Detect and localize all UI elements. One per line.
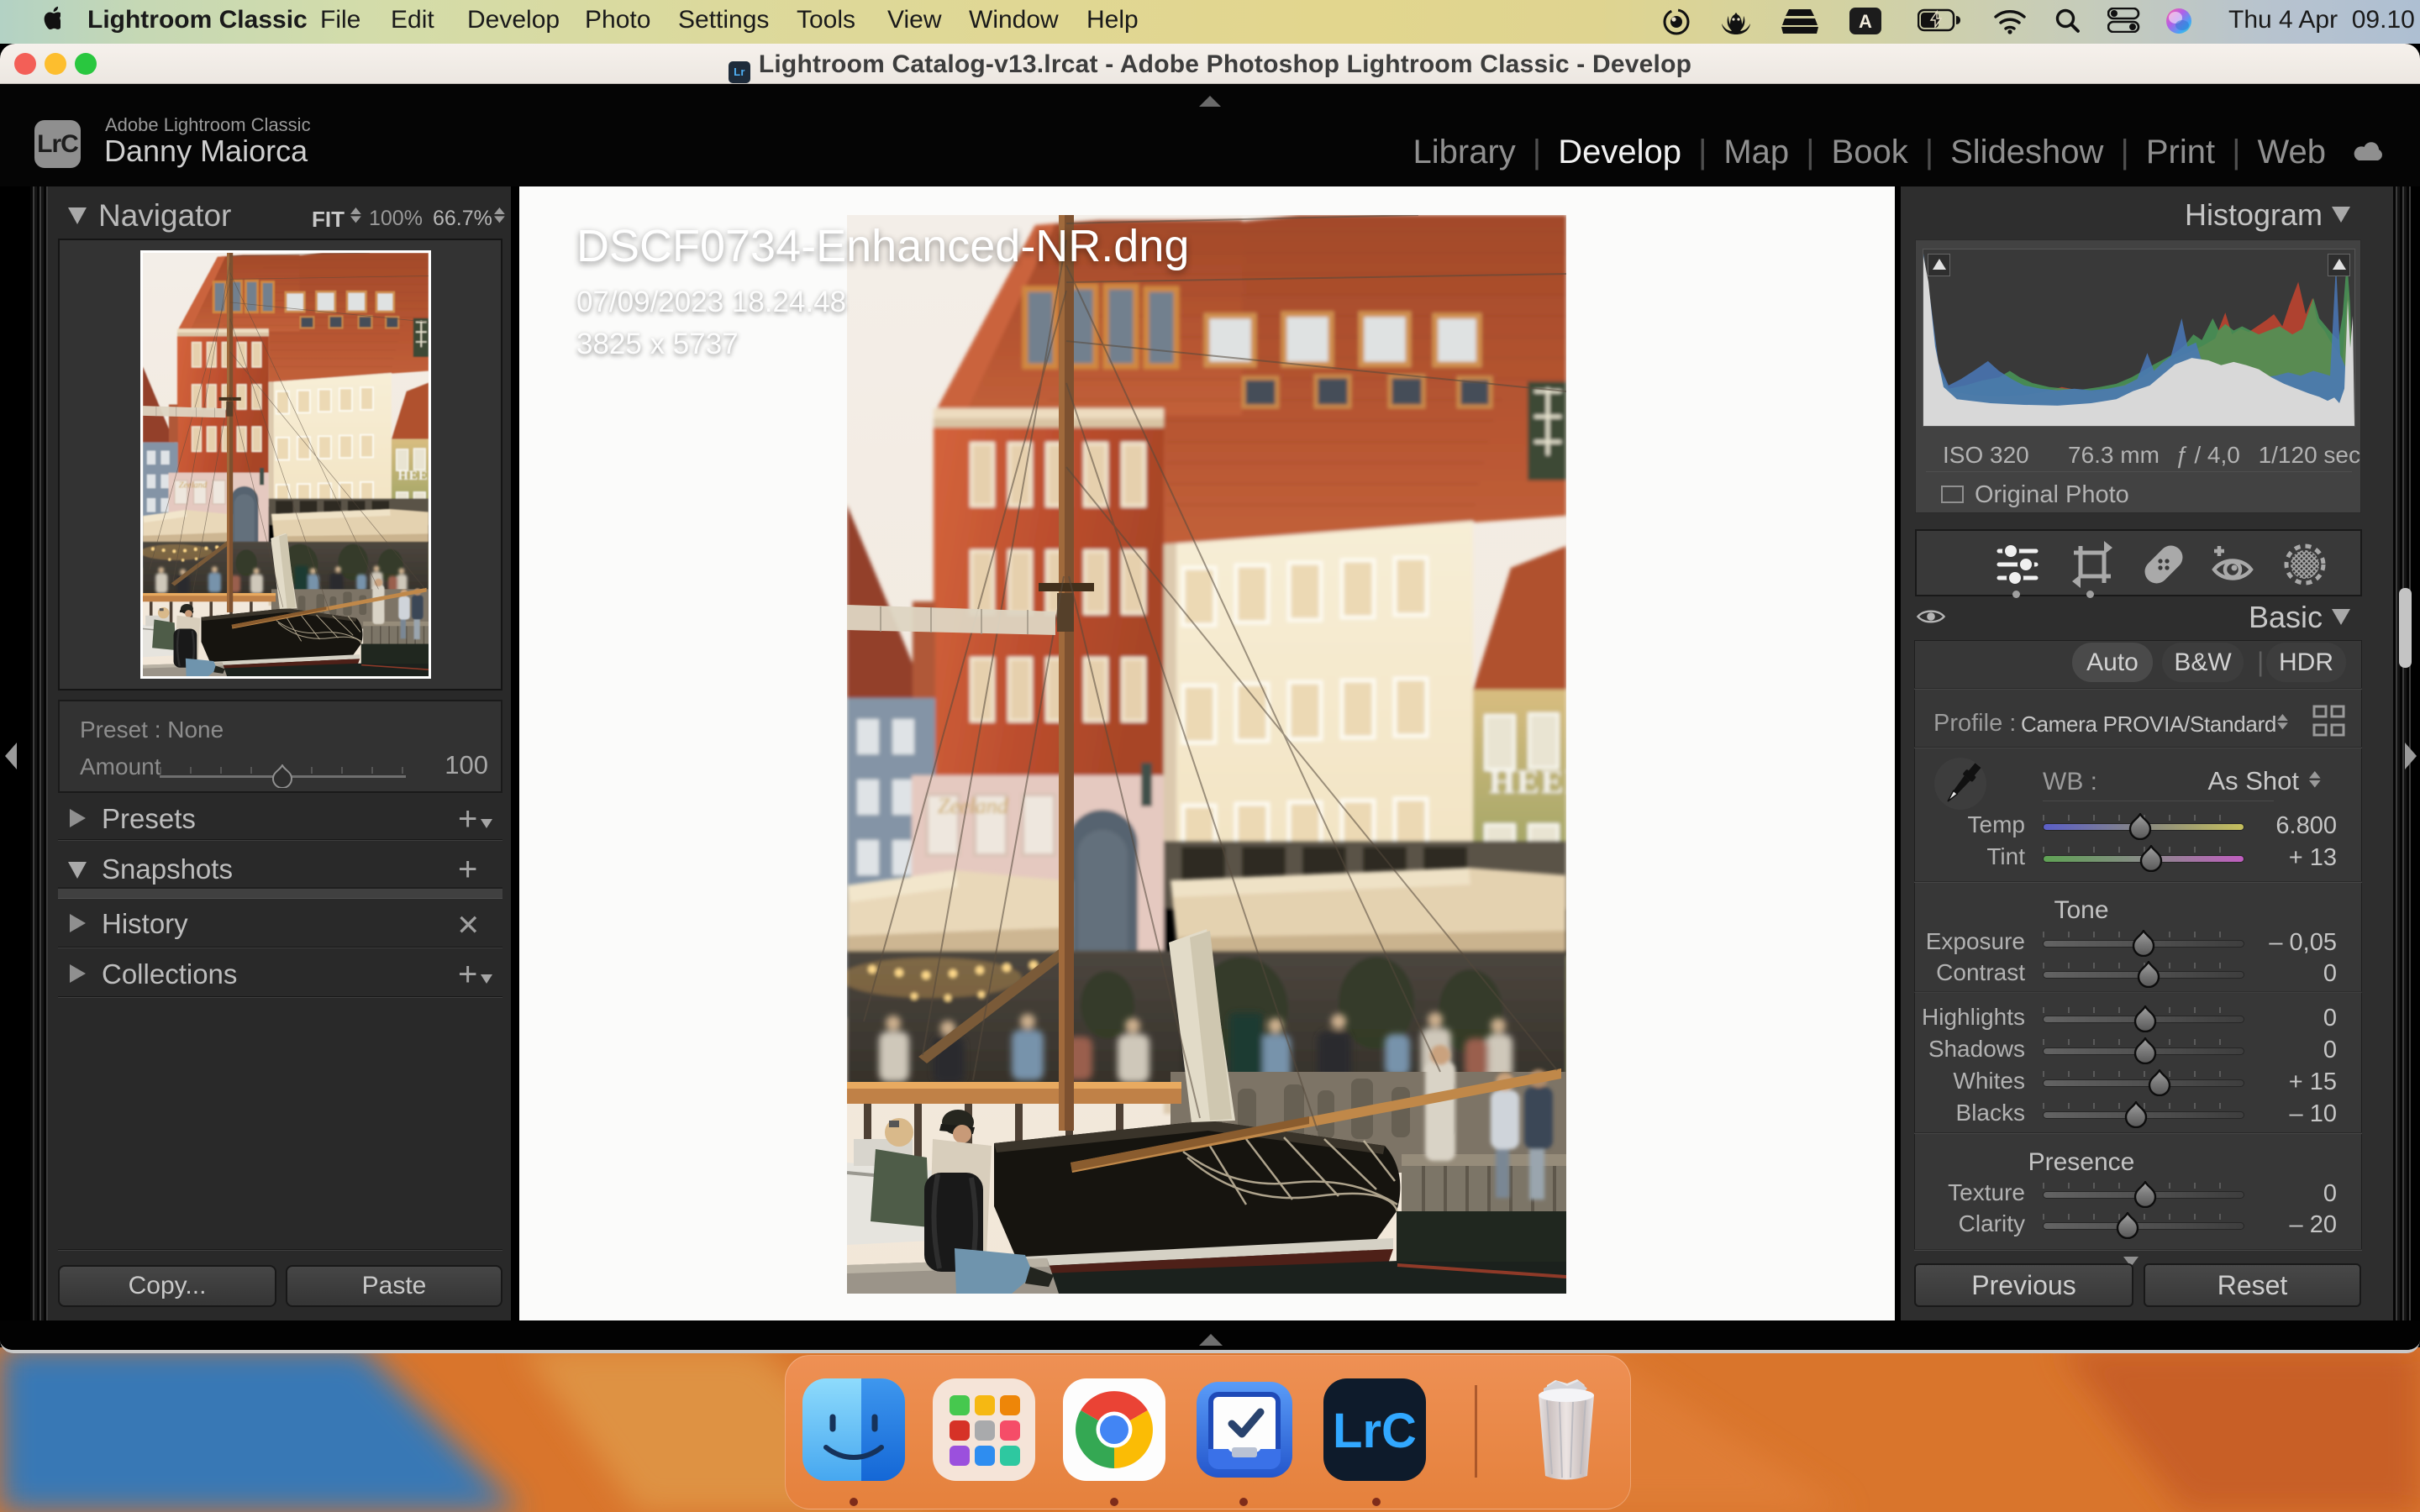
svg-text:A: A bbox=[1859, 11, 1872, 32]
svg-text:LrC: LrC bbox=[1333, 1404, 1417, 1458]
